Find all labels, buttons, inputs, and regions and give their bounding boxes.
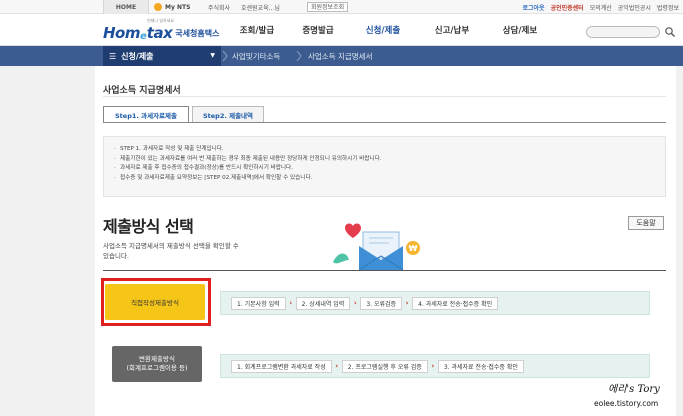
blog-watermark: 에리's Tory eolee.tistory.com — [594, 380, 680, 414]
chevron-down-icon: ▼ — [210, 52, 215, 59]
main-content: 사업소득 지급명세서 Step1. 과세자료제출 Step2. 제출내역 STE… — [95, 66, 676, 416]
notice-item: 접수증 및 과세자료제출 요약정보는 [STEP 02.제출내역]에서 확인할 … — [114, 174, 655, 184]
top-right-links: 로그아웃 공인인증센터 모의계산 공익법인공시 법령정보 — [522, 3, 679, 12]
member-info-button[interactable]: 회원정보조회 — [307, 2, 349, 12]
chevron-right-icon — [296, 50, 302, 62]
tab-divider — [103, 122, 666, 123]
convert-step-3: 3. 과세자료 전송·접수증 확인 — [437, 359, 524, 373]
arrow-right-icon: › — [431, 362, 435, 370]
direct-step-3: 3. 오류검증 — [360, 296, 403, 310]
page-title: 사업소득 지급명세서 — [103, 86, 181, 96]
arrow-right-icon: › — [335, 362, 339, 370]
direct-step-4: 4. 과세자료 전송·접수증 확인 — [412, 296, 499, 310]
company-label: 주식회사 — [208, 5, 231, 12]
svg-text:₩: ₩ — [409, 244, 418, 253]
direct-step-1: 1. 기본사항 입력 — [231, 296, 286, 310]
mynts-label: My NTS — [165, 3, 191, 11]
notice-item: 과세자료 제출 후 접수증의 접수결과(정상)를 반드시 확인하시기 바랍니다. — [114, 164, 655, 174]
logo-hom: Hom — [103, 24, 141, 42]
home-link[interactable]: HOME — [103, 0, 149, 14]
logout-link[interactable]: 로그아웃 — [522, 3, 544, 12]
watermark-title: 에리's Tory — [608, 384, 660, 395]
global-nav: 조회/발급 증명발급 신청/제출 신고/납부 상담/제보 — [232, 14, 548, 46]
convert-button-line2: (회계프로그램이용 등) — [126, 364, 188, 372]
law-info-link[interactable]: 법령정보 — [657, 3, 679, 12]
highlight-box — [101, 278, 211, 326]
logo-tagline: 언제나 일하세요 — [147, 18, 175, 23]
cert-center-link[interactable]: 공인인증센터 — [551, 3, 584, 12]
notice-box: STEP 1. 과세자료 작성 및 제출 단계입니다. 제출기한이 있는 과세자… — [103, 136, 666, 197]
top-utility-bar: HOME My NTS 주식회사 호센원교육...님 회원정보조회 로그아웃 공… — [0, 0, 683, 14]
tab-step1[interactable]: Step1. 과세자료제출 — [103, 106, 189, 122]
gnb-menu-certificate[interactable]: 증명발급 — [282, 14, 354, 46]
menu-icon: ☰ — [109, 51, 117, 61]
arrow-right-icon: › — [289, 299, 293, 307]
chevron-right-icon — [222, 50, 228, 62]
gnb-menu-report[interactable]: 신고/납부 — [412, 14, 492, 46]
convert-step-1: 1. 회계프로그램변환 과세자료 작성 — [231, 359, 332, 373]
convert-steps-bar: 1. 회계프로그램변환 과세자료 작성 › 2. 프로그램실행 후 오류 검증 … — [220, 354, 650, 378]
search-icon[interactable] — [664, 26, 676, 38]
user-name: 호센원교육...님 — [241, 5, 280, 12]
breadcrumb-payment-statement[interactable]: 사업소득 지급명세서 — [308, 46, 372, 66]
sub-navigation: ☰ 신청/제출 ▼ 사업및기타소득 사업소득 지급명세서 — [0, 46, 683, 66]
public-disclosure-link[interactable]: 공익법인공시 — [618, 3, 651, 12]
direct-step-2: 2. 상세내역 입력 — [295, 296, 351, 310]
gnb-menu-inquiry[interactable]: 조회/발급 — [232, 14, 282, 46]
envelope-illustration-icon: ₩ — [333, 223, 420, 271]
title-divider — [103, 96, 666, 97]
section-description: 사업소득 지급명세서의 제출방식 선택을 확인할 수 있습니다. — [103, 242, 239, 260]
method-divider — [103, 270, 666, 271]
mynts-link[interactable]: My NTS — [154, 0, 190, 14]
mynts-icon — [154, 3, 162, 11]
logo-e: e — [140, 31, 147, 42]
main-header: 언제나 일하세요 Hom e tax 국세청홈택스 조회/발급 증명발급 신청/제출… — [0, 14, 683, 46]
watermark-url: eolee.tistory.com — [594, 399, 659, 408]
help-button[interactable]: 도움말 — [628, 216, 664, 230]
logo-tax: tax — [146, 24, 173, 42]
hometax-logo[interactable]: 언제나 일하세요 Hom e tax 국세청홈택스 — [103, 18, 219, 42]
breadcrumb-business-income[interactable]: 사업및기타소득 — [232, 46, 280, 66]
notice-item: 제출기한이 있는 과세자료를 여러 번 제출하는 경우 최종 제출된 내용만 정… — [114, 155, 655, 165]
direct-steps-bar: 1. 기본사항 입력 › 2. 상세내역 입력 › 3. 오류검증 › 4. 과… — [220, 291, 650, 315]
subnav-category-label: 신청/제출 — [121, 51, 154, 61]
search-input[interactable] — [586, 26, 660, 38]
tab-step2[interactable]: Step2. 제출내역 — [192, 106, 264, 122]
simulate-link[interactable]: 모의계산 — [590, 3, 612, 12]
gnb-menu-consult[interactable]: 상담/제보 — [492, 14, 548, 46]
logo-korean: 국세청홈택스 — [175, 29, 220, 38]
gnb-menu-apply[interactable]: 신청/제출 — [354, 14, 412, 46]
notice-item: STEP 1. 과세자료 작성 및 제출 단계입니다. — [114, 145, 655, 155]
section-title: 제출방식 선택 — [103, 217, 194, 236]
arrow-right-icon: › — [353, 299, 357, 307]
convert-submit-button[interactable]: 변환제출방식 (회계프로그램이용 등) — [112, 346, 202, 382]
arrow-right-icon: › — [405, 299, 409, 307]
convert-step-2: 2. 프로그램실행 후 오류 검증 — [341, 359, 428, 373]
subnav-category[interactable]: ☰ 신청/제출 ▼ — [103, 46, 221, 66]
convert-button-line1: 변환제출방식 — [139, 355, 175, 363]
